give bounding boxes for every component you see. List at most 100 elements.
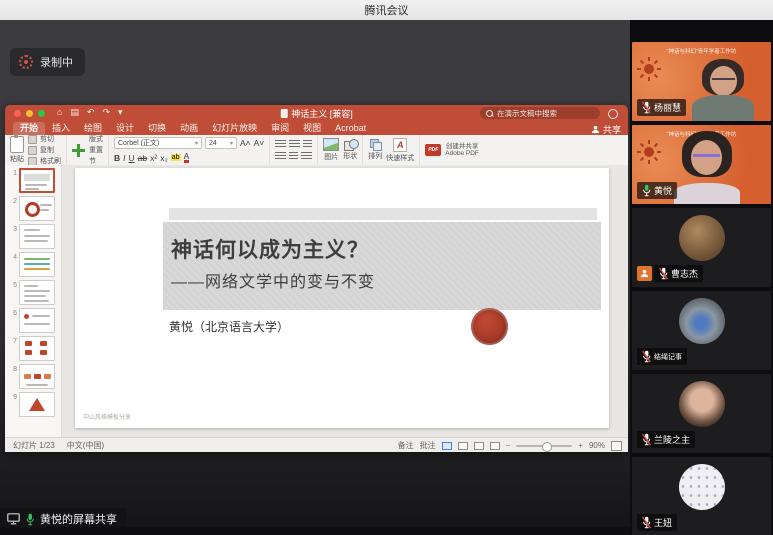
- participant-tile-6[interactable]: 王妞: [632, 457, 771, 535]
- red-seal-icon: [471, 308, 508, 345]
- slide-thumbnail-2[interactable]: 2: [8, 196, 55, 221]
- indent-icon[interactable]: [303, 140, 312, 148]
- slide-sorter-view-icon[interactable]: [458, 442, 468, 450]
- font-size-select[interactable]: 24▾: [205, 137, 237, 149]
- paragraph-group: [270, 135, 318, 165]
- participant-3-avatar: [679, 215, 725, 261]
- tab-design[interactable]: 设计: [109, 122, 141, 135]
- layout-button[interactable]: 版式: [89, 134, 103, 144]
- redo-icon[interactable]: ↷: [103, 107, 111, 118]
- close-icon[interactable]: [14, 110, 21, 117]
- slideshow-view-icon[interactable]: [490, 442, 500, 450]
- sun-poster-icon: [637, 57, 661, 81]
- slide-thumbnail-8[interactable]: 8: [8, 364, 55, 389]
- zoom-in-icon[interactable]: +: [578, 441, 583, 450]
- strikethrough-button[interactable]: ab: [138, 153, 147, 163]
- reading-view-icon[interactable]: [474, 442, 484, 450]
- mac-traffic-lights[interactable]: [14, 110, 45, 117]
- window-title: 腾讯会议: [365, 2, 409, 18]
- fit-to-window-icon[interactable]: [611, 441, 622, 451]
- bullets-icon[interactable]: [275, 140, 286, 148]
- font-color-button[interactable]: A: [184, 152, 190, 163]
- window-titlebar: 腾讯会议: [0, 0, 773, 21]
- reset-button[interactable]: 重置: [89, 145, 103, 155]
- participant-tile-2[interactable]: “神话与科幻”青年学者工作坊 黄悦: [632, 125, 771, 204]
- person-badge-icon: [637, 266, 652, 281]
- search-input[interactable]: 在演示文稿中搜索: [480, 107, 600, 119]
- picture-icon[interactable]: [323, 138, 339, 151]
- tab-slideshow[interactable]: 幻灯片放映: [205, 122, 264, 135]
- more-icon[interactable]: ▾: [118, 107, 123, 118]
- slide-footer-text: 中山风格模板分享: [83, 412, 131, 421]
- copy-icon[interactable]: [28, 146, 37, 155]
- gear-icon[interactable]: [608, 109, 618, 119]
- zoom-slider[interactable]: [516, 445, 572, 447]
- grow-font-icon[interactable]: A˄: [240, 138, 251, 148]
- meeting-area: 录制中 ⌂ ▤ ↶ ↷ ▾ 神话主义 [兼容]: [0, 20, 773, 535]
- acrobat-group: PDF 创建并共享 Adobe PDF: [420, 135, 484, 165]
- recording-indicator[interactable]: 录制中: [10, 48, 85, 76]
- fullscreen-icon[interactable]: [38, 110, 45, 117]
- tab-acrobat[interactable]: Acrobat: [328, 122, 373, 135]
- paste-icon[interactable]: [10, 136, 24, 153]
- shrink-font-icon[interactable]: A˅: [254, 138, 265, 148]
- numbering-icon[interactable]: [289, 140, 300, 148]
- slide-thumbnail-1[interactable]: 1: [8, 168, 55, 193]
- adobe-pdf-icon[interactable]: PDF: [425, 144, 441, 156]
- font-name-select[interactable]: Corbel (正文)▾: [114, 137, 202, 149]
- language-indicator[interactable]: 中文(中国): [67, 440, 104, 451]
- slide-thumbnail-5[interactable]: 5: [8, 280, 55, 305]
- tab-transitions[interactable]: 切换: [141, 122, 173, 135]
- slide-title: 神话何以成为主义？: [171, 234, 369, 264]
- underline-button[interactable]: U: [129, 153, 135, 163]
- home-icon[interactable]: ⌂: [57, 107, 62, 118]
- align-right-icon[interactable]: [301, 152, 312, 160]
- bold-button[interactable]: B: [114, 153, 120, 163]
- acrobat-action-label[interactable]: 创建并共享 Adobe PDF: [445, 143, 479, 157]
- subscript-button[interactable]: x₂: [160, 153, 168, 163]
- shapes-icon[interactable]: [344, 139, 356, 150]
- slide-thumbnail-panel[interactable]: 1 2 3 4 5: [5, 165, 62, 437]
- powerpoint-workspace: 1 2 3 4 5: [5, 165, 628, 437]
- participant-5-avatar: [679, 381, 725, 427]
- superscript-button[interactable]: x²: [150, 153, 157, 163]
- current-slide[interactable]: 神话何以成为主义？ ——网络文学中的变与不变 黄悦（北京语言大学） 中山风格模板…: [75, 168, 609, 428]
- slide-author: 黄悦（北京语言大学）: [169, 318, 289, 335]
- slide-thumbnail-6[interactable]: 6: [8, 308, 55, 333]
- participant-tile-1[interactable]: “神话与科幻”青年学者工作坊 杨丽慧: [632, 42, 771, 121]
- participants-sidebar[interactable]: “神话与科幻”青年学者工作坊 杨丽慧: [630, 20, 773, 535]
- comments-toggle[interactable]: 批注: [420, 440, 436, 451]
- bottom-edge: [0, 527, 630, 535]
- participant-tile-5[interactable]: 兰陵之主: [632, 374, 771, 453]
- tab-view[interactable]: 视图: [296, 122, 328, 135]
- cut-icon[interactable]: [28, 135, 37, 144]
- microphone-muted-icon: [642, 101, 651, 114]
- save-icon[interactable]: ▤: [70, 107, 79, 118]
- align-left-icon[interactable]: [275, 152, 286, 160]
- highlight-color-button[interactable]: ab: [171, 154, 181, 161]
- tab-review[interactable]: 审阅: [264, 122, 296, 135]
- minimize-icon[interactable]: [26, 110, 33, 117]
- participant-tile-3[interactable]: 曹志杰: [632, 208, 771, 287]
- font-group: Corbel (正文)▾ 24▾ A˄ A˅ B I U ab x² x₂: [109, 135, 270, 165]
- slide-thumbnail-7[interactable]: 7: [8, 336, 55, 361]
- slide-banner-strip: [169, 208, 597, 220]
- new-slide-icon[interactable]: [72, 144, 85, 157]
- arrange-icon[interactable]: [370, 139, 381, 150]
- tab-animations[interactable]: 动画: [173, 122, 205, 135]
- normal-view-icon[interactable]: [442, 442, 452, 450]
- slide-thumbnail-9[interactable]: 9: [8, 392, 55, 417]
- quick-access-toolbar[interactable]: ⌂ ▤ ↶ ↷ ▾: [57, 107, 123, 118]
- quick-styles-icon[interactable]: A: [393, 138, 407, 152]
- zoom-level[interactable]: 90%: [589, 441, 605, 450]
- notes-toggle[interactable]: 备注: [398, 440, 414, 451]
- zoom-out-icon[interactable]: −: [506, 441, 511, 450]
- sun-poster-icon: [637, 140, 661, 164]
- italic-button[interactable]: I: [123, 153, 125, 163]
- paste-label[interactable]: 粘贴: [10, 154, 24, 164]
- participant-tile-4[interactable]: 结绳记事: [632, 291, 771, 370]
- undo-icon[interactable]: ↶: [87, 107, 95, 118]
- align-center-icon[interactable]: [289, 152, 298, 160]
- slide-thumbnail-3[interactable]: 3: [8, 224, 55, 249]
- slide-thumbnail-4[interactable]: 4: [8, 252, 55, 277]
